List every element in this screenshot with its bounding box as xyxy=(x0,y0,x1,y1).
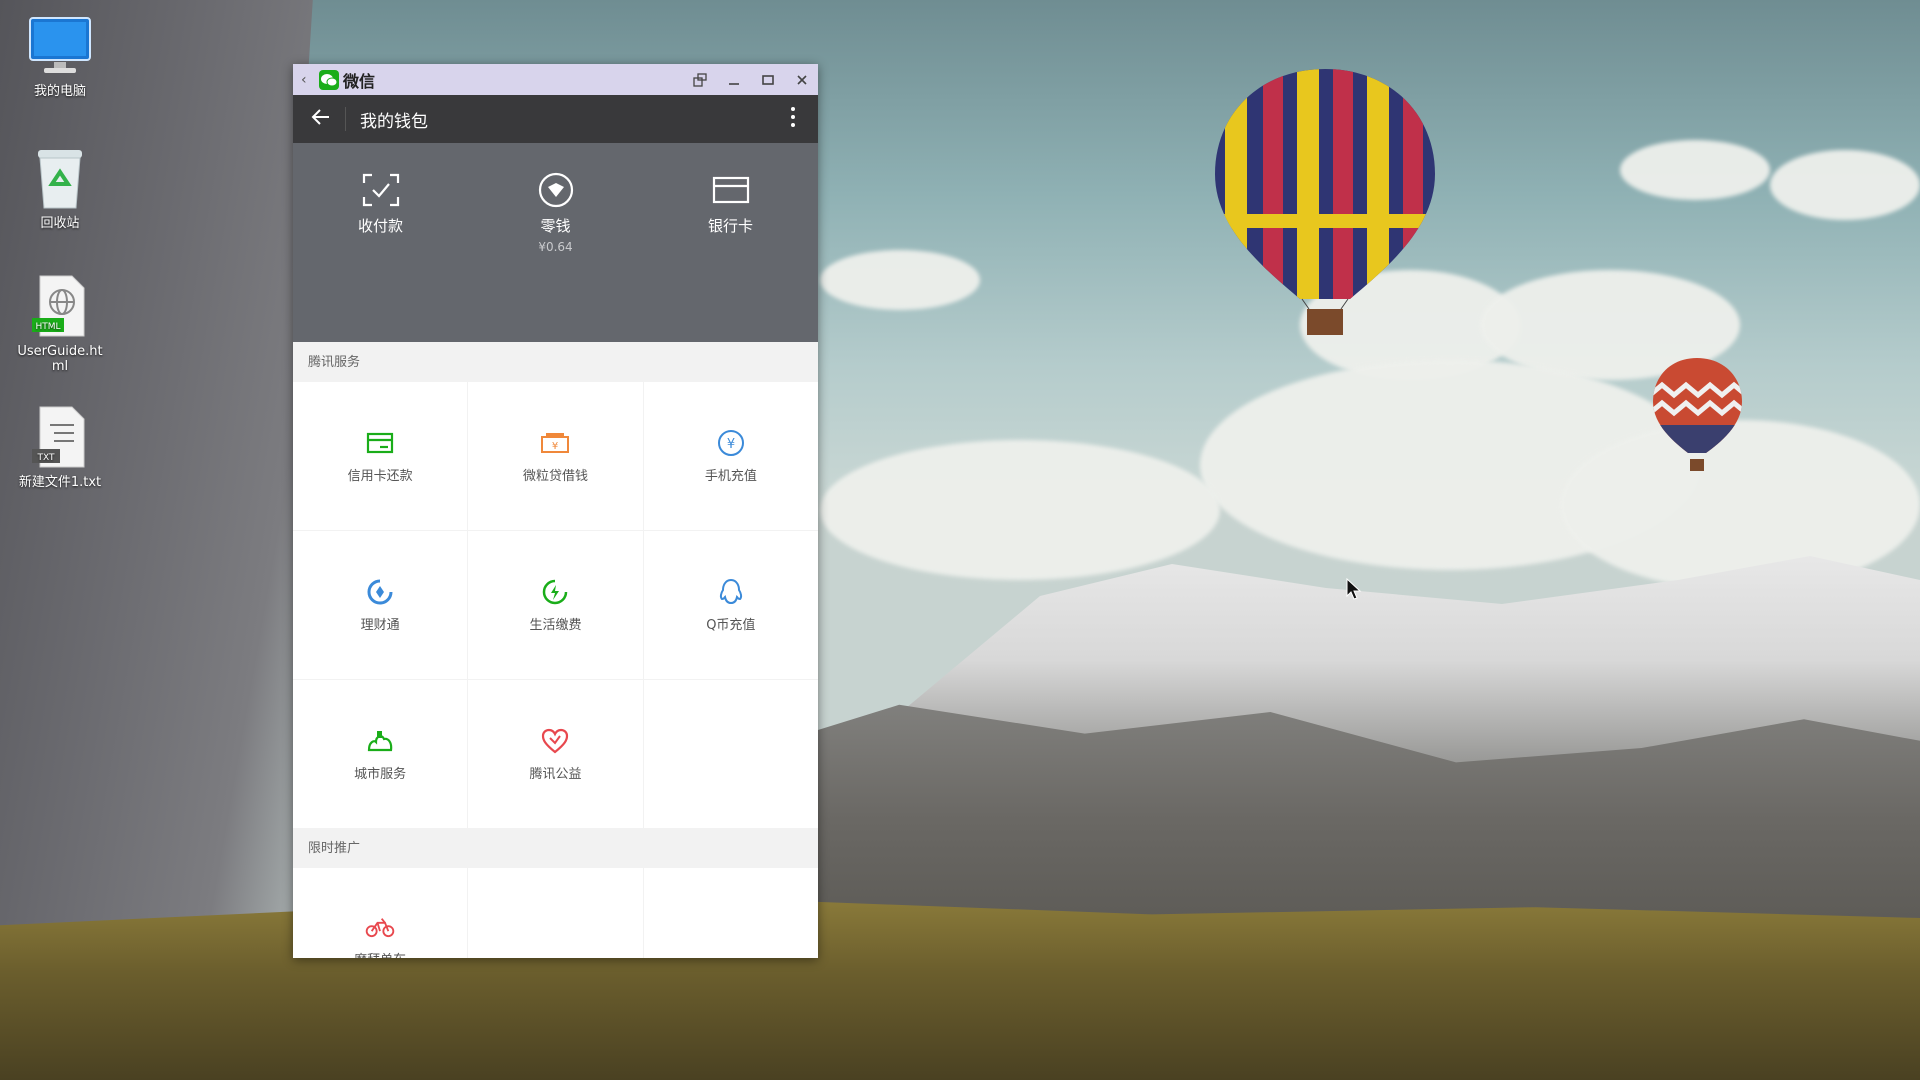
minimize-icon[interactable] xyxy=(726,72,742,88)
desktop-icon-userguide[interactable]: HTML UserGuide.html xyxy=(14,274,106,374)
service-label: 微粒贷借钱 xyxy=(522,469,588,484)
desktop-icon-label: 回收站 xyxy=(40,216,80,231)
promotion-grid: 摩拜单车 xyxy=(293,868,818,958)
desktop-icon-my-computer[interactable]: 我的电脑 xyxy=(14,14,106,99)
cloud xyxy=(1770,150,1920,220)
html-file-icon: HTML xyxy=(32,275,85,337)
loan-icon: ¥ xyxy=(540,428,570,458)
change-balance: ¥0.64 xyxy=(538,240,573,254)
desktop-icon-label: 新建文件1.txt xyxy=(18,475,102,490)
empty-cell xyxy=(468,868,643,958)
hero-item-change[interactable]: 零钱 ¥0.64 xyxy=(486,171,626,342)
service-label: 城市服务 xyxy=(354,767,407,782)
service-weilidai[interactable]: ¥ 微粒贷借钱 xyxy=(468,382,643,530)
bank-card-icon xyxy=(661,171,801,209)
service-label: Q币充值 xyxy=(706,618,756,633)
back-arrow-icon[interactable] xyxy=(311,107,341,132)
close-icon[interactable] xyxy=(794,72,810,88)
txt-file-icon: TXT xyxy=(32,406,85,468)
cloud xyxy=(1620,140,1770,200)
change-icon xyxy=(486,171,626,209)
service-tencent-charity[interactable]: 腾讯公益 xyxy=(468,680,643,828)
header-divider xyxy=(345,107,346,131)
yuan-icon: ¥ xyxy=(716,428,746,458)
hero-label: 收付款 xyxy=(357,217,403,235)
section-header-promotion: 限时推广 xyxy=(293,828,818,868)
wallet-hero: 收付款 零钱 ¥0.64 银行卡 xyxy=(293,143,818,342)
page-title: 我的钱包 xyxy=(360,111,428,132)
wechat-window: ‹ 微信 我的钱包 收付款 零钱 ¥0.64 银行卡 腾讯服务 信用卡还款 ¥ … xyxy=(293,64,818,958)
lightning-icon xyxy=(540,577,570,607)
more-options-icon[interactable] xyxy=(790,107,796,127)
recycle-bin-icon xyxy=(38,150,82,209)
window-title: 微信 xyxy=(343,71,376,91)
wallet-header: 我的钱包 xyxy=(293,95,818,143)
desktop-icon-recycle-bin[interactable]: 回收站 xyxy=(14,146,106,231)
desktop-icon-label: UserGuide.html xyxy=(17,344,103,374)
city-icon xyxy=(365,726,395,756)
service-label: 手机充值 xyxy=(704,469,757,484)
scan-pay-icon xyxy=(311,171,451,209)
service-label: 摩拜单车 xyxy=(354,949,406,958)
maximize-icon[interactable] xyxy=(760,72,776,88)
wealth-icon xyxy=(365,577,395,607)
svg-text:¥: ¥ xyxy=(727,437,735,452)
credit-card-icon xyxy=(365,428,395,458)
ground xyxy=(0,900,1920,1080)
service-utilities[interactable]: 生活缴费 xyxy=(468,531,643,679)
service-qcoin-recharge[interactable]: Q币充值 xyxy=(643,531,818,679)
service-city-services[interactable]: 城市服务 xyxy=(293,680,468,828)
promo-mobike[interactable]: 摩拜单车 xyxy=(293,868,468,958)
svg-text:¥: ¥ xyxy=(552,441,558,452)
mouse-pointer-icon xyxy=(1346,578,1362,600)
service-mobile-recharge[interactable]: ¥ 手机充值 xyxy=(643,382,818,530)
hero-label: 银行卡 xyxy=(707,217,753,235)
service-label: 理财通 xyxy=(360,618,400,633)
computer-icon xyxy=(29,17,91,73)
section-header-tencent-services: 腾讯服务 xyxy=(293,342,818,382)
service-label: 生活缴费 xyxy=(529,618,582,633)
empty-cell xyxy=(643,680,818,828)
service-credit-card-repay[interactable]: 信用卡还款 xyxy=(293,382,468,530)
desktop-icon-label: 我的电脑 xyxy=(33,84,86,99)
service-licaitong[interactable]: 理财通 xyxy=(293,531,468,679)
hot-air-balloon-small xyxy=(1653,358,1742,471)
charity-heart-icon xyxy=(540,726,570,756)
file-badge: HTML xyxy=(35,322,60,332)
service-label: 信用卡还款 xyxy=(347,469,413,484)
empty-cell xyxy=(643,868,818,958)
hero-label: 零钱 xyxy=(540,217,571,235)
tencent-services-grid: 信用卡还款 ¥ 微粒贷借钱 ¥ 手机充值 理财通 生活缴费 Q币充值 城市服务 … xyxy=(293,382,818,828)
screen-rotate-icon[interactable] xyxy=(692,72,708,88)
cloud xyxy=(820,440,1220,580)
qq-penguin-icon xyxy=(716,577,746,607)
desktop-wallpaper xyxy=(0,0,1920,1080)
file-badge: TXT xyxy=(36,453,55,463)
wechat-logo-icon xyxy=(319,69,339,90)
window-titlebar[interactable]: ‹ 微信 xyxy=(293,64,818,95)
chevron-left-icon[interactable]: ‹ xyxy=(301,72,319,88)
hero-item-bank-card[interactable]: 银行卡 xyxy=(661,171,801,342)
desktop-icon-new-txt[interactable]: TXT 新建文件1.txt xyxy=(14,405,106,490)
service-label: 腾讯公益 xyxy=(529,767,582,782)
cloud xyxy=(820,250,980,310)
hot-air-balloon-large xyxy=(1215,69,1435,335)
hero-item-pay-receive[interactable]: 收付款 xyxy=(311,171,451,342)
bike-icon xyxy=(365,912,395,942)
